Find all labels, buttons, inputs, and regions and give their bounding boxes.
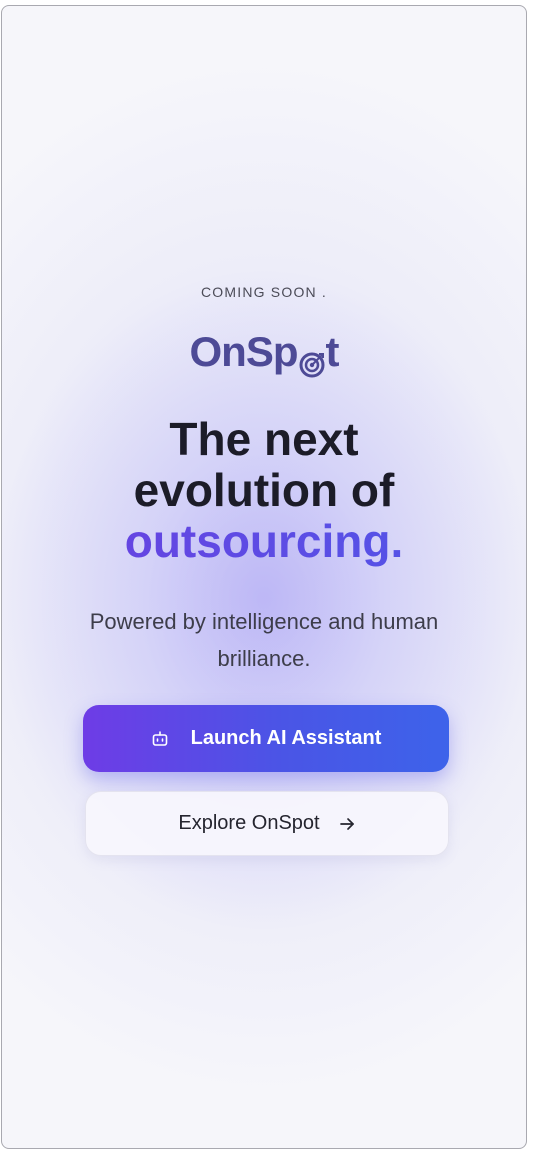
robot-icon [151, 730, 169, 748]
headline-accent: outsourcing. [2, 516, 526, 567]
launch-ai-assistant-label: Launch AI Assistant [190, 727, 382, 749]
coming-soon-label: COMING SOON . [200, 284, 328, 300]
hero-subtext: Powered by intelligence and human brilli… [89, 609, 439, 671]
launch-ai-assistant-button[interactable]: Launch AI Assistant [83, 705, 449, 772]
headline-line-1: The next [169, 413, 359, 465]
headline: The next evolution of outsourcing. [2, 414, 526, 567]
logo-text-prefix: OnSp [189, 328, 299, 375]
arrow-right-icon [338, 815, 356, 833]
logo-text-suffix: t [325, 328, 340, 375]
target-icon [299, 343, 325, 378]
explore-onspot-button[interactable]: Explore OnSpot [85, 791, 449, 856]
page-frame: COMING SOON . OnSp t The next evolution … [1, 5, 527, 1149]
headline-line-2: evolution of [133, 464, 395, 516]
hero-section: COMING SOON . OnSp t The next evolution … [2, 6, 526, 1148]
explore-onspot-label: Explore OnSpot [178, 812, 320, 834]
onspot-logo: OnSp t [2, 328, 526, 378]
